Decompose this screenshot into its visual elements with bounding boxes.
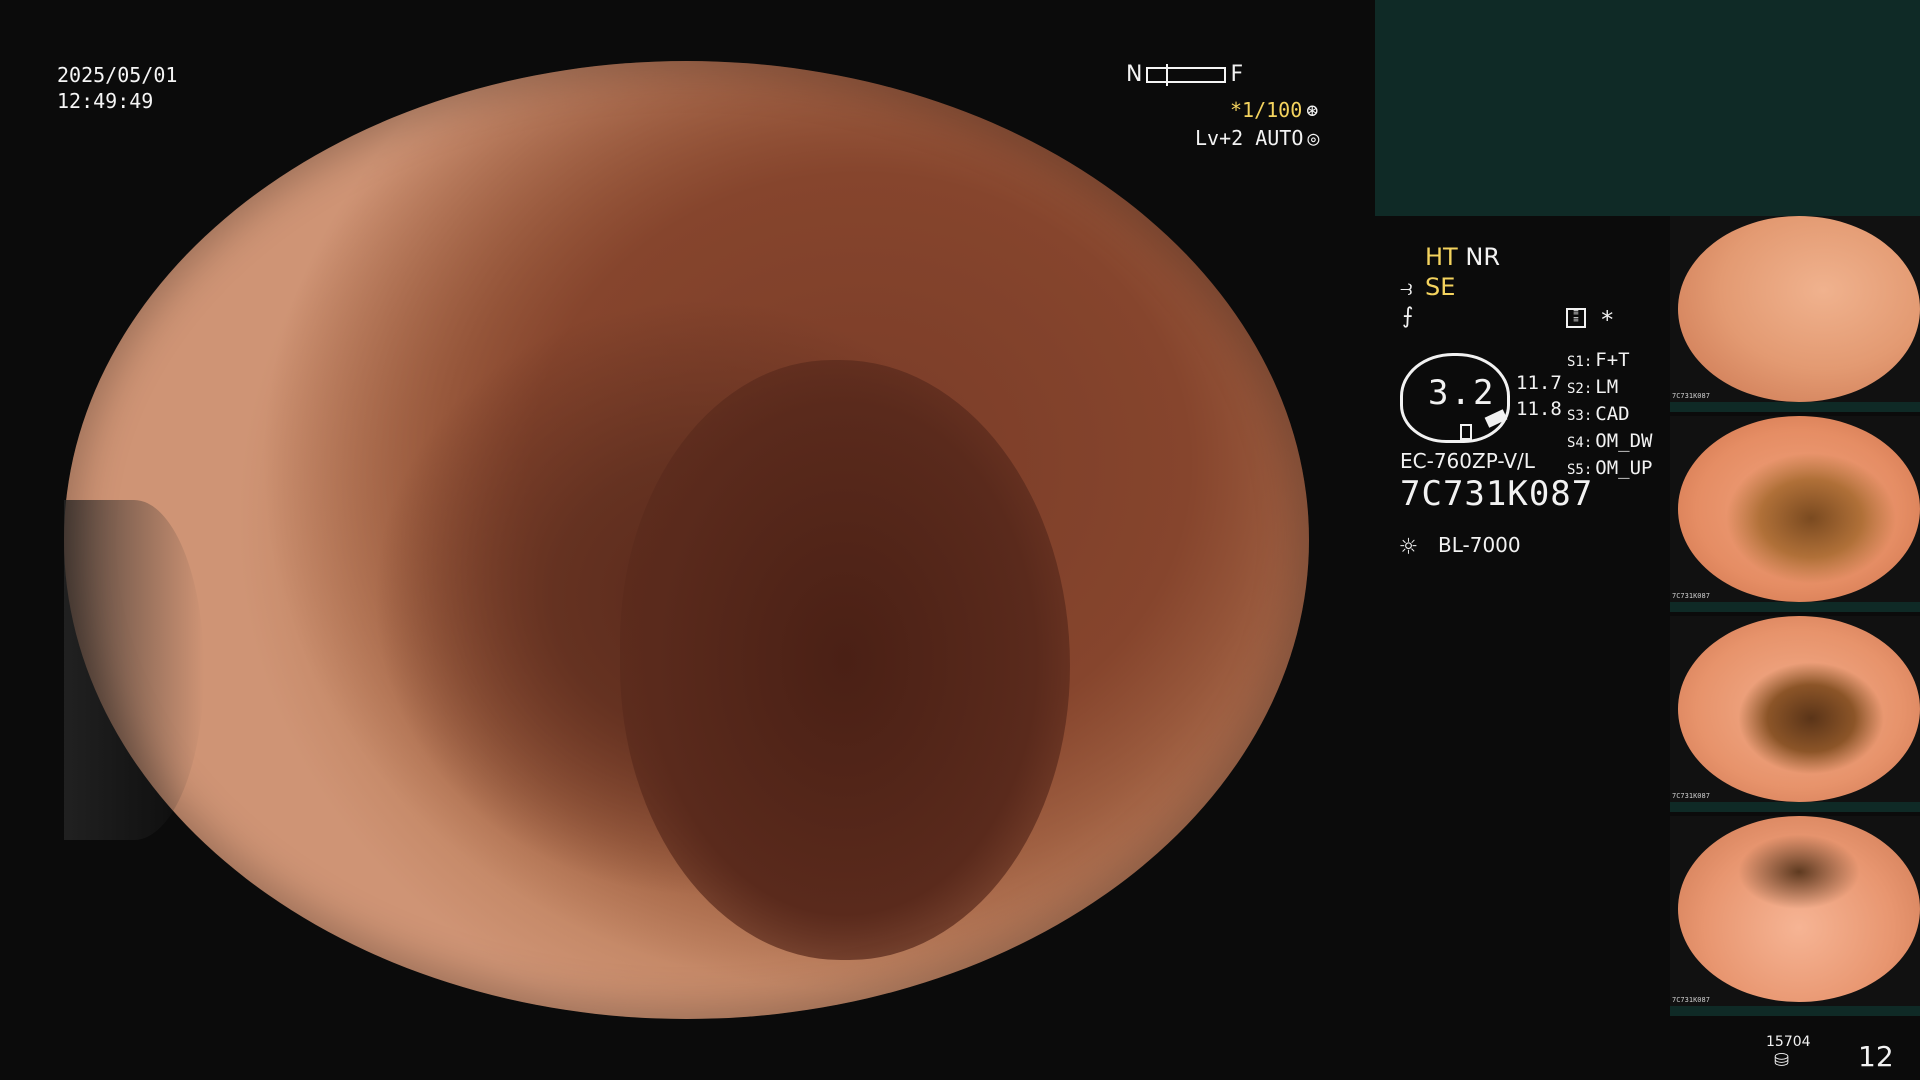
gauge-top-value: 11.7 [1516,372,1562,394]
thumbnail-strip [1670,1006,1920,1016]
capture-thumbnail[interactable]: 7C731K087 [1670,616,1920,812]
star-mark: * [1600,306,1615,334]
light-source-icon: ☼ [1400,530,1417,563]
thumbnail-serial: 7C731K087 [1672,792,1710,800]
function-icon: ⨍ [1402,304,1414,329]
datetime: 2025/05/01 12:49:49 [57,62,177,114]
enhance-icon: ⥽ [1400,276,1413,301]
level-text: Lv+2 AUTO [1195,126,1304,150]
scope-model: EC-760ZP-V/L [1400,449,1535,473]
brightness-level: Lv+2 AUTO ◎ [1195,126,1319,150]
capture-count: 12 [1858,1040,1894,1073]
thumbnail-serial: 7C731K087 [1672,392,1710,400]
thumbnail-image [1678,616,1920,802]
near-far-indicator: N F [1126,62,1243,87]
time-text: 12:49:49 [57,89,154,113]
focus-bar [1146,63,1227,86]
switch-item: S4: OM_DW [1567,430,1653,452]
thumbnail-serial: 7C731K087 [1672,996,1710,1004]
near-label: N [1126,62,1143,87]
mode-nr: NR [1465,243,1500,271]
aperture-icon: ⊛ [1306,98,1319,122]
switch-item: S1: F+T [1567,349,1630,371]
shutter-speed: *1/100 ⊛ [1230,98,1318,122]
switch-list: S1: F+T S2: LM S3: CAD S4: OM_DW S5: OM_UP [1567,348,1653,483]
capture-thumbnail[interactable]: 7C731K087 [1670,816,1920,1016]
switch-item: S2: LM [1567,376,1619,398]
thumbnail-image [1678,416,1920,602]
date-text: 2025/05/01 [57,63,178,87]
shutter-text: *1/100 [1230,98,1303,122]
gauge-bottom-value: 11.8 [1516,398,1562,420]
storage-icon: ⛁ [1774,1050,1790,1071]
endoscope-rim [64,61,1309,1019]
scope-serial: 7C731K087 [1400,474,1594,514]
remaining-count: 15704 [1766,1034,1811,1050]
thumbnail-strip [1670,402,1920,412]
light-source-name: BL-7000 [1438,533,1521,557]
zoom-value: 3.2 [1428,373,1496,413]
gauge-marker [1460,424,1472,440]
iris-icon: ◎ [1307,126,1320,150]
far-label: F [1230,62,1244,87]
thumbnail-strip [1670,802,1920,812]
capture-thumbnail[interactable]: 7C731K087 [1670,216,1920,412]
thumbnail-image [1678,816,1920,1002]
mode-indicator: HT NR SE [1425,242,1500,302]
thumbnail-strip [1670,602,1920,612]
mode-ht: HT [1425,243,1458,271]
capture-thumbnail[interactable]: 7C731K087 [1670,416,1920,612]
thumbnail-serial: 7C731K087 [1672,592,1710,600]
thumbnail-image [1678,216,1920,402]
preview-panel [1375,0,1920,216]
switch-item: S3: CAD [1567,403,1630,425]
mode-se: SE [1425,273,1456,301]
memory-card-icon: ≡ ≡ [1566,308,1586,328]
